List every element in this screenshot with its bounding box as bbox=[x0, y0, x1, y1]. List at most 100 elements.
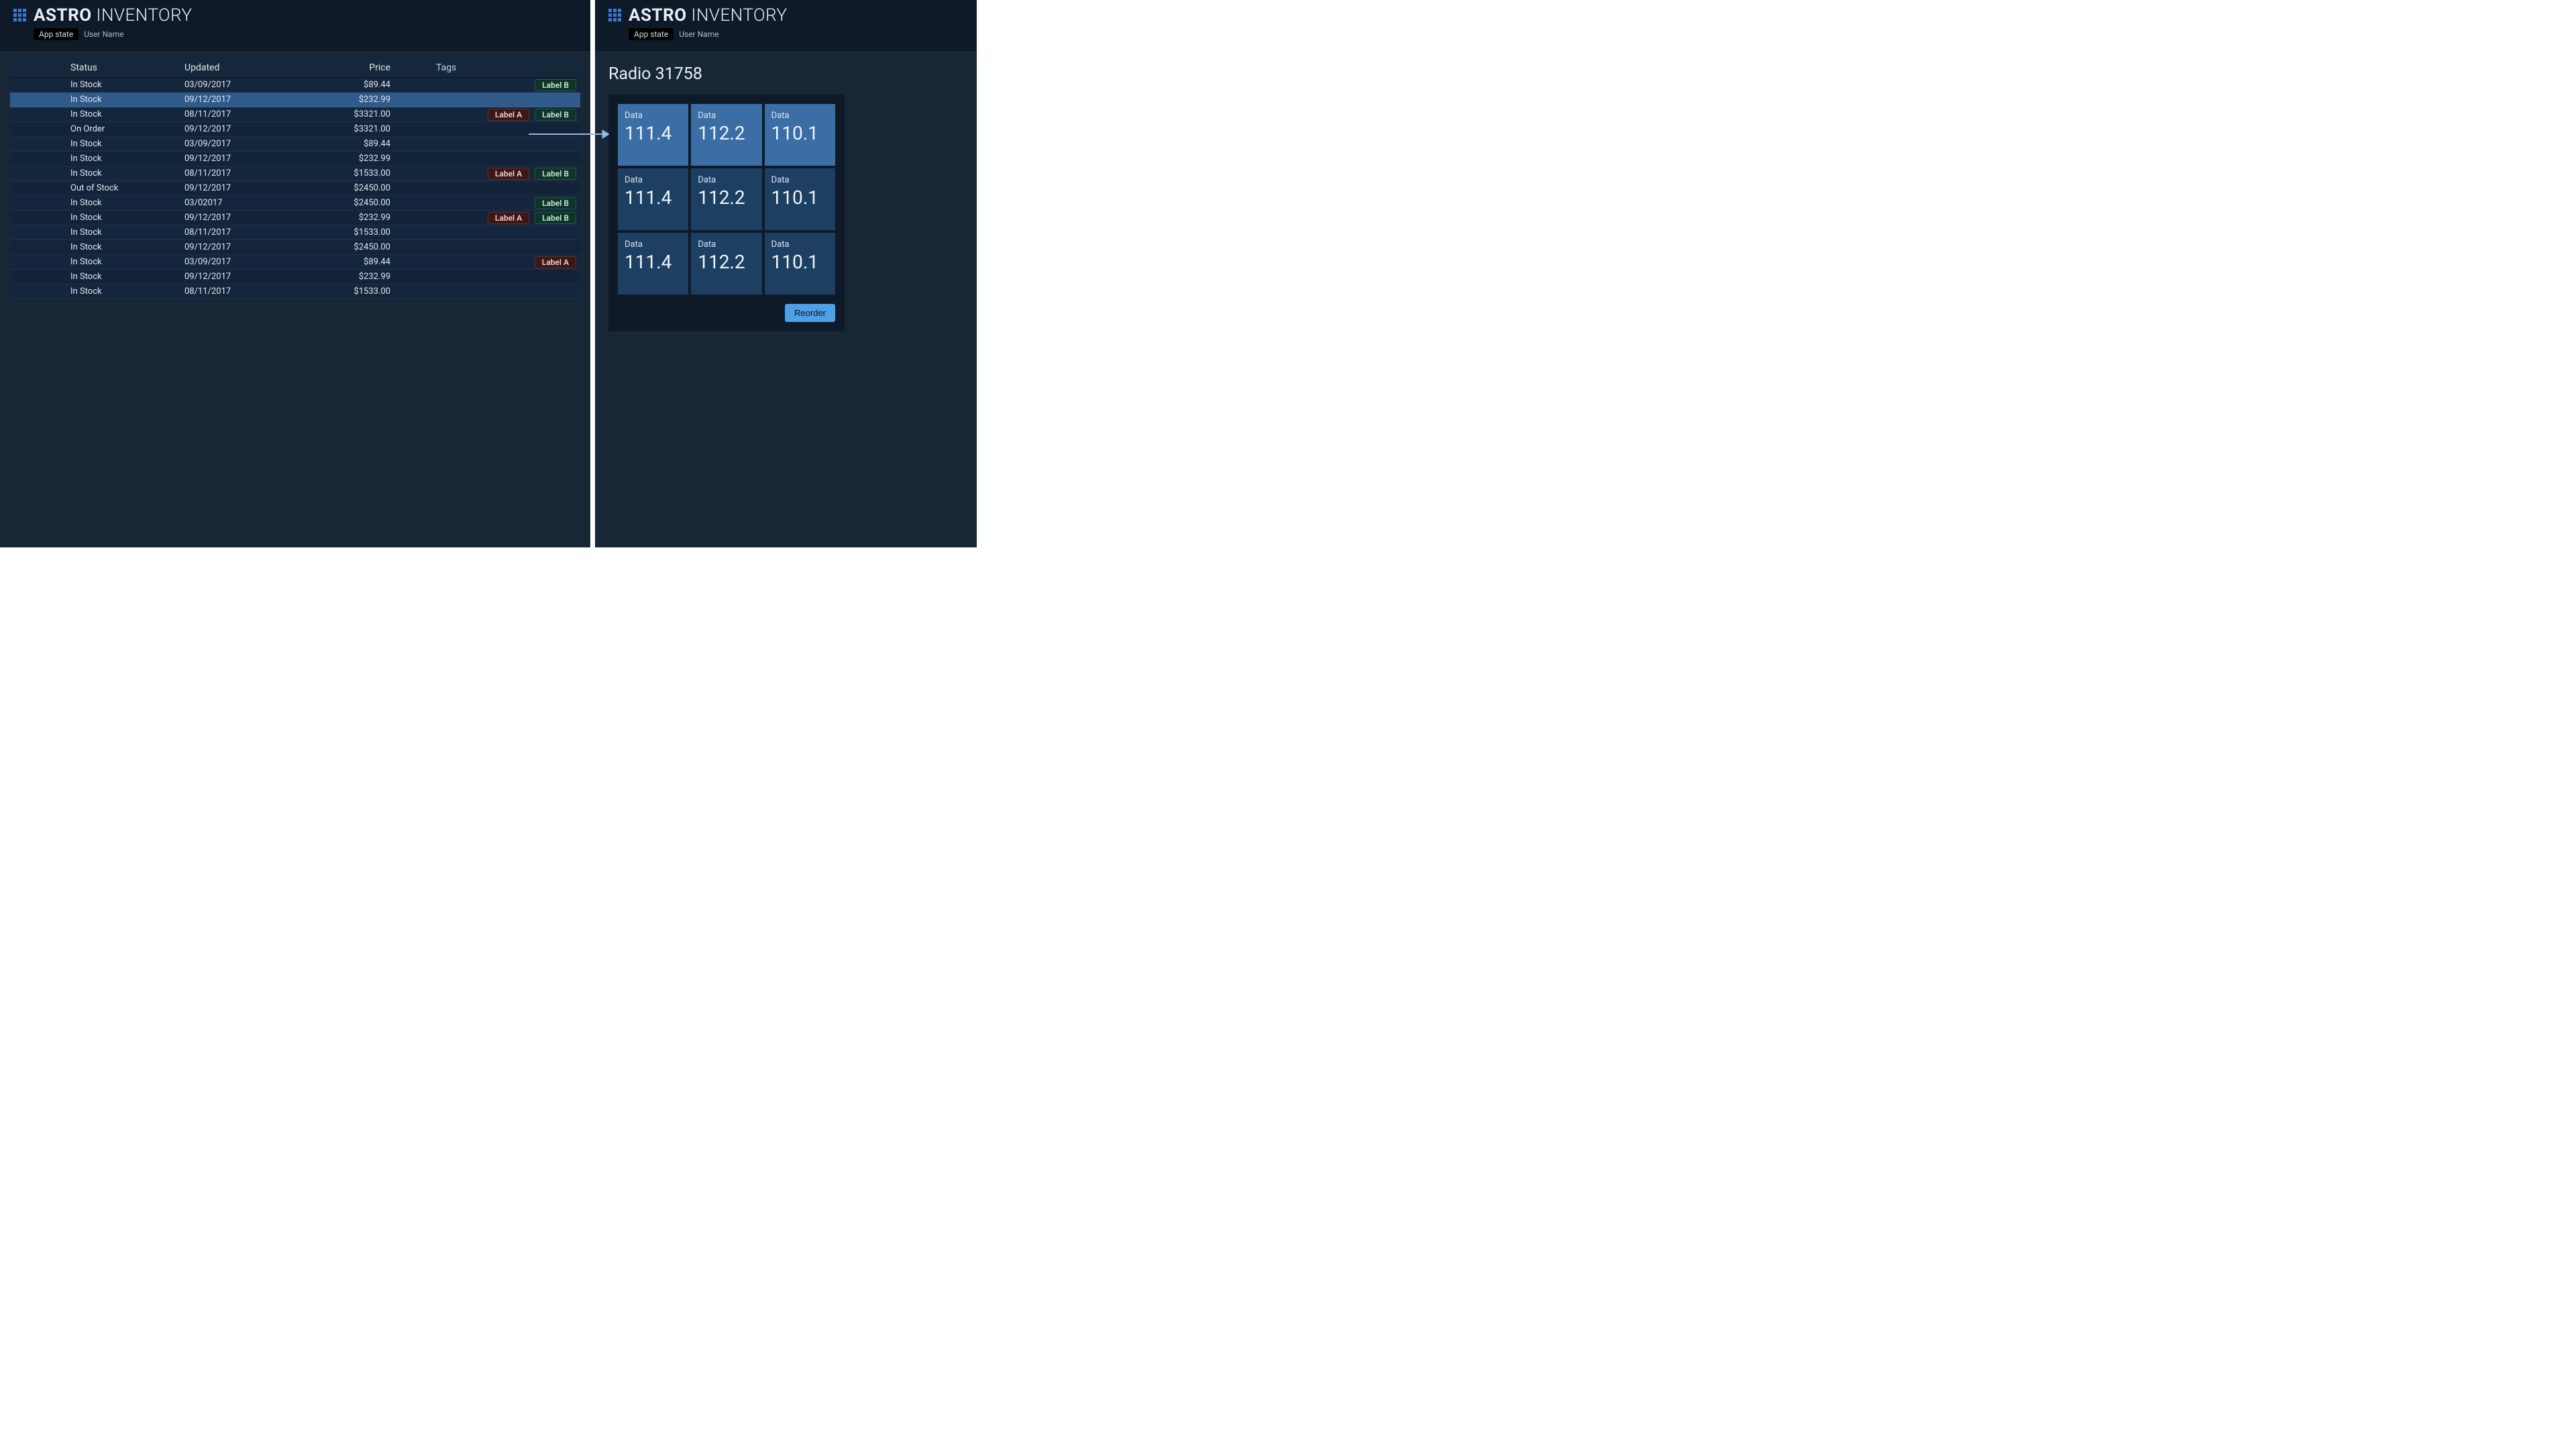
inventory-table: Status Updated Price Tags In Stock03/09/… bbox=[10, 58, 580, 299]
data-tile[interactable]: Data110.1 bbox=[765, 233, 835, 294]
table-row[interactable]: Out of Stock09/12/2017$2450.00 bbox=[10, 181, 580, 196]
table-row[interactable]: In Stock09/12/2017$232.99 bbox=[10, 270, 580, 284]
tile-label: Data bbox=[771, 175, 828, 185]
table-row[interactable]: In Stock09/12/2017$232.99Label ALabel B bbox=[10, 211, 580, 225]
app-state-badge: App state bbox=[34, 28, 78, 40]
tile-value: 112.2 bbox=[698, 186, 755, 209]
tile-label: Data bbox=[698, 239, 755, 250]
cell-status: On Order bbox=[70, 124, 184, 134]
cell-status: In Stock bbox=[70, 242, 184, 252]
cell-status: In Stock bbox=[70, 109, 184, 119]
cell-updated: 09/12/2017 bbox=[184, 242, 285, 252]
cell-status: In Stock bbox=[70, 213, 184, 223]
app-title-light: INVENTORY bbox=[692, 5, 788, 25]
table-row[interactable]: In Stock09/12/2017$232.99 bbox=[10, 93, 580, 107]
column-header-updated[interactable]: Updated bbox=[184, 62, 285, 73]
data-tile[interactable]: Data110.1 bbox=[765, 104, 835, 166]
app-header: ASTRO INVENTORY App state User Name bbox=[0, 0, 590, 51]
table-row[interactable]: In Stock08/11/2017$3321.00Label ALabel B bbox=[10, 107, 580, 122]
data-tile[interactable]: Data111.4 bbox=[618, 104, 688, 166]
data-tile[interactable]: Data112.2 bbox=[691, 104, 761, 166]
table-header-row: Status Updated Price Tags bbox=[10, 58, 580, 78]
tile-value: 111.4 bbox=[625, 122, 682, 144]
table-row[interactable]: In Stock08/11/2017$1533.00Label ALabel B bbox=[10, 166, 580, 181]
cell-updated: 08/11/2017 bbox=[184, 168, 285, 178]
app-state-badge: App state bbox=[629, 28, 674, 40]
cell-status: In Stock bbox=[70, 272, 184, 282]
tile-value: 110.1 bbox=[771, 186, 828, 209]
cell-updated: 03/09/2017 bbox=[184, 139, 285, 149]
cell-tags: Label A Label B bbox=[396, 168, 580, 180]
cell-status: In Stock bbox=[70, 154, 184, 164]
tile-label: Data bbox=[625, 239, 682, 250]
table-row[interactable]: In Stock03/09/2017$89.44Label B bbox=[10, 78, 580, 93]
cell-updated: 09/12/2017 bbox=[184, 95, 285, 105]
cell-price: $1533.00 bbox=[285, 227, 396, 237]
cell-price: $89.44 bbox=[285, 257, 396, 267]
user-name: User Name bbox=[679, 30, 718, 39]
data-tile[interactable]: Data111.4 bbox=[618, 168, 688, 230]
tag-label-a: Label A bbox=[488, 168, 529, 180]
reorder-button[interactable]: Reorder bbox=[785, 304, 835, 322]
cell-price: $2450.00 bbox=[285, 242, 396, 252]
column-header-status[interactable]: Status bbox=[70, 62, 184, 73]
cell-price: $1533.00 bbox=[285, 286, 396, 297]
cell-status: In Stock bbox=[70, 168, 184, 178]
tile-value: 111.4 bbox=[625, 251, 682, 273]
detail-card: Data111.4Data112.2Data110.1Data111.4Data… bbox=[608, 95, 845, 331]
tag-label-a: Label A bbox=[535, 256, 576, 268]
cell-price: $2450.00 bbox=[285, 183, 396, 193]
app-title: ASTRO INVENTORY bbox=[629, 5, 788, 25]
cell-tags: Label B bbox=[396, 197, 580, 209]
app-title-bold: ASTRO bbox=[629, 5, 687, 25]
cell-price: $3321.00 bbox=[285, 109, 396, 119]
table-row[interactable]: In Stock03/09/2017$89.44 bbox=[10, 137, 580, 152]
data-tile[interactable]: Data110.1 bbox=[765, 168, 835, 230]
tag-label-a: Label A bbox=[488, 212, 529, 224]
column-header-tags[interactable]: Tags bbox=[396, 62, 580, 73]
tag-label-b: Label B bbox=[535, 212, 576, 224]
tile-value: 110.1 bbox=[771, 251, 828, 273]
cell-price: $232.99 bbox=[285, 95, 396, 105]
table-row[interactable]: In Stock08/11/2017$1533.00 bbox=[10, 284, 580, 299]
table-row[interactable]: In Stock09/12/2017$2450.00 bbox=[10, 240, 580, 255]
user-name: User Name bbox=[84, 30, 123, 39]
cell-updated: 09/12/2017 bbox=[184, 272, 285, 282]
app-menu-icon[interactable] bbox=[13, 9, 27, 22]
tag-label-b: Label B bbox=[535, 168, 576, 180]
cell-updated: 09/12/2017 bbox=[184, 124, 285, 134]
column-header-price[interactable]: Price bbox=[285, 62, 396, 73]
cell-status: In Stock bbox=[70, 257, 184, 267]
table-row[interactable]: In Stock03/09/2017$89.44Label A bbox=[10, 255, 580, 270]
table-row[interactable]: In Stock08/11/2017$1533.00 bbox=[10, 225, 580, 240]
cell-tags: Label A bbox=[396, 256, 580, 268]
app-title: ASTRO INVENTORY bbox=[34, 5, 193, 25]
data-tile[interactable]: Data112.2 bbox=[691, 168, 761, 230]
tile-value: 112.2 bbox=[698, 251, 755, 273]
app-menu-icon[interactable] bbox=[608, 9, 622, 22]
cell-price: $89.44 bbox=[285, 80, 396, 90]
cell-updated: 09/12/2017 bbox=[184, 154, 285, 164]
master-pane: ASTRO INVENTORY App state User Name Stat… bbox=[0, 0, 590, 547]
tile-value: 112.2 bbox=[698, 122, 755, 144]
tag-label-b: Label B bbox=[535, 109, 576, 121]
table-body: In Stock03/09/2017$89.44Label BIn Stock0… bbox=[10, 78, 580, 299]
tile-value: 111.4 bbox=[625, 186, 682, 209]
cell-price: $232.99 bbox=[285, 154, 396, 164]
cell-updated: 09/12/2017 bbox=[184, 183, 285, 193]
cell-status: In Stock bbox=[70, 198, 184, 208]
cell-status: In Stock bbox=[70, 227, 184, 237]
cell-updated: 08/11/2017 bbox=[184, 109, 285, 119]
tag-label-b: Label B bbox=[535, 197, 576, 209]
cell-tags: Label ALabel B bbox=[396, 109, 580, 121]
tag-label-b: Label B bbox=[535, 79, 576, 91]
app-title-bold: ASTRO bbox=[34, 5, 92, 25]
table-row[interactable]: On Order09/12/2017$3321.00 bbox=[10, 122, 580, 137]
data-tile[interactable]: Data112.2 bbox=[691, 233, 761, 294]
cell-updated: 08/11/2017 bbox=[184, 286, 285, 297]
cell-price: $2450.00 bbox=[285, 198, 396, 208]
data-tile[interactable]: Data111.4 bbox=[618, 233, 688, 294]
table-row[interactable]: In Stock03/02017$2450.00Label B bbox=[10, 196, 580, 211]
table-row[interactable]: In Stock09/12/2017$232.99 bbox=[10, 152, 580, 166]
tile-label: Data bbox=[698, 175, 755, 185]
